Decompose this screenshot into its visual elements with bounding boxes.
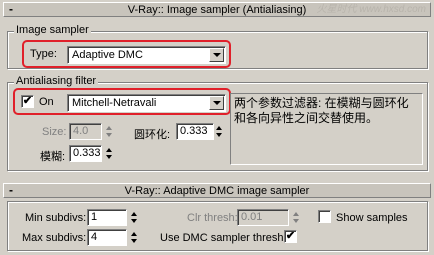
watermark-logo: 火星时代 www.hxsd.com: [316, 4, 426, 15]
ringing-label: 圆环化:: [134, 129, 171, 141]
type-label: Type:: [30, 48, 57, 60]
min-subdivs-label: Min subdivs:: [25, 212, 87, 224]
spinner-up-icon: [293, 212, 299, 216]
size-label: Size:: [42, 126, 67, 138]
filter-dropdown-value: Mitchell-Netravali: [72, 97, 157, 109]
spinner-up-icon: [106, 126, 112, 130]
antialiasing-on-label: On: [39, 96, 54, 108]
filter-dropdown[interactable]: Mitchell-Netravali: [67, 94, 226, 112]
spinner-down-icon: [293, 219, 299, 223]
dropdown-arrow-button[interactable]: [209, 96, 224, 110]
use-dmc-checkbox[interactable]: ✔: [284, 230, 297, 243]
spinner-down-icon: [131, 239, 137, 243]
image-sampler-group-label: Image sampler: [14, 24, 91, 36]
clr-thresh-field[interactable]: 0.01: [237, 209, 289, 226]
antialiasing-group-label: Antialiasing filter: [14, 75, 99, 87]
ringing-field[interactable]: 0.333: [176, 123, 214, 140]
use-dmc-label: Use DMC sampler thresh.: [160, 232, 287, 244]
blur-label: 模糊:: [40, 151, 66, 163]
type-dropdown-value: Adaptive DMC: [72, 49, 143, 61]
show-samples-label: Show samples: [336, 212, 408, 224]
clr-thresh-spinner[interactable]: [293, 209, 301, 226]
size-field[interactable]: 4.0: [69, 123, 102, 140]
max-subdivs-field[interactable]: 4: [87, 229, 127, 246]
rollout-title: V-Ray:: Adaptive DMC image sampler: [124, 185, 310, 197]
show-samples-checkbox[interactable]: [318, 210, 331, 223]
blur-spinner[interactable]: [106, 145, 114, 162]
spinner-down-icon: [106, 155, 112, 159]
spinner-down-icon: [216, 133, 222, 137]
ringing-spinner[interactable]: [216, 123, 224, 140]
spinner-up-icon: [216, 126, 222, 130]
clr-thresh-label: Clr thresh:: [187, 212, 238, 224]
antialiasing-on-checkbox[interactable]: ✔: [21, 95, 34, 108]
spinner-down-icon: [106, 133, 112, 137]
max-subdivs-label: Max subdivs:: [22, 232, 87, 244]
spinner-up-icon: [131, 232, 137, 236]
chevron-down-icon: [213, 101, 221, 105]
filter-description: 两个参数过滤器: 在模糊与圆环化和各向异性之间交替使用。: [230, 93, 423, 165]
size-spinner[interactable]: [106, 123, 114, 140]
min-subdivs-spinner[interactable]: [131, 209, 139, 226]
dropdown-arrow-button[interactable]: [209, 48, 224, 62]
spinner-down-icon: [131, 219, 137, 223]
rollout-header-adaptive-dmc[interactable]: - V-Ray:: Adaptive DMC image sampler: [3, 183, 431, 198]
spinner-up-icon: [106, 148, 112, 152]
blur-field[interactable]: 0.333: [69, 145, 102, 162]
max-subdivs-spinner[interactable]: [131, 229, 139, 246]
type-dropdown[interactable]: Adaptive DMC: [67, 46, 226, 64]
chevron-down-icon: [213, 53, 221, 57]
min-subdivs-field[interactable]: 1: [87, 209, 127, 226]
spinner-up-icon: [131, 212, 137, 216]
